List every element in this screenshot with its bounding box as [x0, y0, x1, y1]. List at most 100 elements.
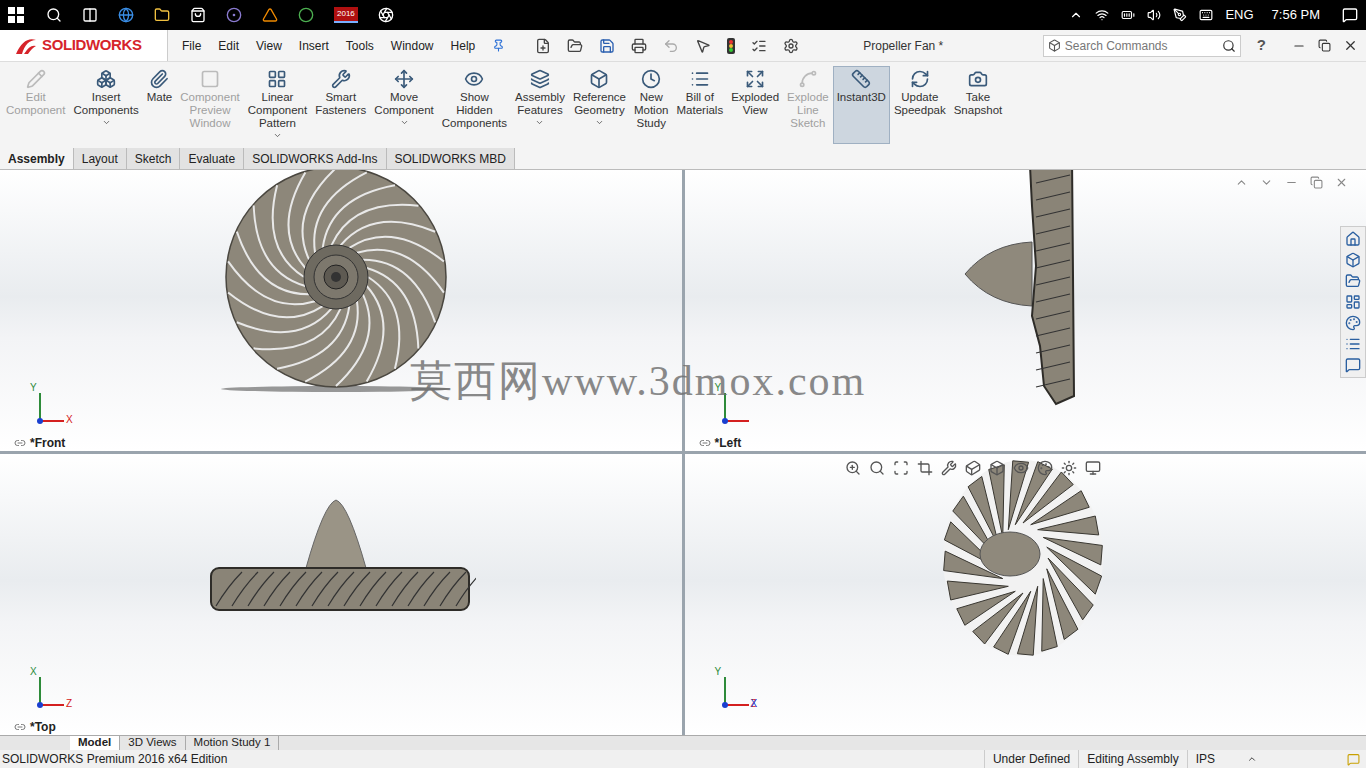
close-icon[interactable]: [1343, 38, 1358, 53]
search-icon[interactable]: [1222, 39, 1236, 53]
dropdown-arrow-icon[interactable]: [273, 131, 282, 140]
battery-icon[interactable]: [1121, 8, 1135, 22]
fan-top-figure[interactable]: [206, 496, 476, 626]
forum-icon[interactable]: [1345, 357, 1361, 373]
next-view-icon[interactable]: [1260, 176, 1273, 189]
ribbon-button[interactable]: ExplodedView: [727, 66, 783, 144]
file-properties-icon[interactable]: [751, 38, 767, 54]
menu-item[interactable]: File: [182, 37, 201, 55]
windows-start-icon[interactable]: [8, 7, 24, 23]
solidworks-logo[interactable]: SOLIDWORKS: [0, 30, 168, 61]
undo-icon[interactable]: [663, 38, 679, 54]
open-icon[interactable]: [567, 38, 583, 54]
view-orientation-icon[interactable]: [965, 460, 981, 476]
eclipse-icon[interactable]: [226, 7, 242, 23]
bottom-tab[interactable]: 3D Views: [120, 736, 185, 750]
ribbon-button[interactable]: MoveComponent: [370, 66, 437, 144]
ribbon-button[interactable]: LinearComponentPattern: [244, 66, 311, 144]
task-view-icon[interactable]: [82, 7, 98, 23]
command-tab[interactable]: SOLIDWORKS MBD: [387, 148, 515, 169]
pen-icon[interactable]: [1173, 8, 1187, 22]
menu-item[interactable]: Tools: [346, 37, 374, 55]
menu-item[interactable]: Window: [391, 37, 434, 55]
dropdown-arrow-icon[interactable]: [595, 118, 604, 127]
ribbon-button[interactable]: UpdateSpeedpak: [890, 66, 950, 144]
solidworks-taskbar-button[interactable]: 2016: [334, 7, 358, 23]
clock[interactable]: 7:56 PM: [1272, 5, 1320, 25]
ribbon-button[interactable]: InsertComponents: [69, 66, 142, 144]
file-explorer-icon[interactable]: [1345, 273, 1361, 289]
command-tab[interactable]: Sketch: [127, 148, 181, 169]
search-commands[interactable]: Search Commands: [1043, 35, 1241, 57]
language-indicator[interactable]: ENG: [1225, 5, 1253, 25]
status-notification-icon[interactable]: [1347, 753, 1360, 766]
menu-item[interactable]: Edit: [218, 37, 239, 55]
help-button[interactable]: ?: [1257, 34, 1266, 57]
command-tab[interactable]: Evaluate: [180, 148, 244, 169]
dropdown-arrow-icon[interactable]: [535, 118, 544, 127]
new-icon[interactable]: [535, 38, 551, 54]
menu-item[interactable]: Insert: [299, 37, 329, 55]
app-icon[interactable]: [378, 7, 394, 23]
tray-chevron-icon[interactable]: [1069, 8, 1083, 22]
ribbon-button[interactable]: ExplodeLineSketch: [783, 66, 833, 144]
ribbon-button[interactable]: SmartFasteners: [311, 66, 370, 144]
restore-icon[interactable]: [1318, 39, 1331, 52]
view-settings-icon[interactable]: [1085, 460, 1101, 476]
ribbon-button[interactable]: ReferenceGeometry: [569, 66, 630, 144]
menu-item[interactable]: Help: [451, 37, 476, 55]
pin-icon[interactable]: [492, 39, 505, 52]
close-view-icon[interactable]: [1335, 176, 1348, 189]
dropdown-arrow-icon[interactable]: [400, 118, 409, 127]
appearances-icon[interactable]: [1345, 315, 1361, 331]
ribbon-button[interactable]: TakeSnapshot: [950, 66, 1007, 144]
viewport[interactable]: YZX: [685, 454, 1366, 735]
design-library-icon[interactable]: [1345, 252, 1361, 268]
select-icon[interactable]: [695, 38, 711, 54]
volume-icon[interactable]: [1147, 8, 1161, 22]
minimize-icon[interactable]: [1292, 39, 1306, 53]
command-tab[interactable]: Layout: [74, 148, 127, 169]
save-icon[interactable]: [599, 38, 615, 54]
fan-front-figure[interactable]: [216, 170, 466, 397]
search-icon[interactable]: [46, 7, 62, 23]
edge-icon[interactable]: [118, 7, 134, 23]
view-palette-icon[interactable]: [1345, 294, 1361, 310]
ribbon-button[interactable]: AssemblyFeatures: [511, 66, 569, 144]
ribbon-button[interactable]: ComponentPreviewWindow: [176, 66, 243, 144]
command-tab[interactable]: Assembly: [0, 148, 74, 169]
bottom-tab[interactable]: Model: [70, 736, 120, 750]
custom-properties-icon[interactable]: [1345, 336, 1361, 352]
hide-show-icon[interactable]: [1013, 460, 1029, 476]
minimize-view-icon[interactable]: [1285, 176, 1298, 189]
restore-view-icon[interactable]: [1310, 176, 1323, 189]
scene-icon[interactable]: [1061, 460, 1077, 476]
viewport[interactable]: XZ*Top: [0, 454, 682, 735]
zoom-fit-icon[interactable]: [845, 460, 861, 476]
ribbon-button[interactable]: Instant3D: [833, 66, 890, 144]
options-icon[interactable]: [783, 38, 799, 54]
units-menu-icon[interactable]: [1247, 754, 1257, 764]
network-icon[interactable]: [1095, 8, 1109, 22]
store-icon[interactable]: [190, 7, 206, 23]
bottom-tab[interactable]: Motion Study 1: [186, 736, 280, 750]
ribbon-button[interactable]: NewMotionStudy: [630, 66, 673, 144]
display-style-icon[interactable]: [989, 460, 1005, 476]
section-view-icon[interactable]: [917, 460, 933, 476]
keyboard-icon[interactable]: [1199, 8, 1213, 22]
previous-view-icon[interactable]: [1235, 176, 1248, 189]
dynamic-annotation-icon[interactable]: [941, 460, 957, 476]
ribbon-button[interactable]: Mate: [143, 66, 177, 144]
viewport[interactable]: Y*Left: [685, 170, 1366, 451]
fan-left-figure[interactable]: [960, 170, 1090, 408]
dropdown-arrow-icon[interactable]: [102, 118, 111, 127]
print-icon[interactable]: [631, 38, 647, 54]
ribbon-button[interactable]: EditComponent: [2, 66, 69, 144]
rebuild-icon[interactable]: [727, 38, 735, 54]
menu-item[interactable]: View: [256, 37, 282, 55]
appearance-icon[interactable]: [1037, 460, 1053, 476]
ribbon-button[interactable]: Bill ofMaterials: [672, 66, 727, 144]
fan-iso-figure[interactable]: [938, 458, 1113, 663]
previous-view-icon[interactable]: [893, 460, 909, 476]
file-explorer-icon[interactable]: [154, 7, 170, 23]
